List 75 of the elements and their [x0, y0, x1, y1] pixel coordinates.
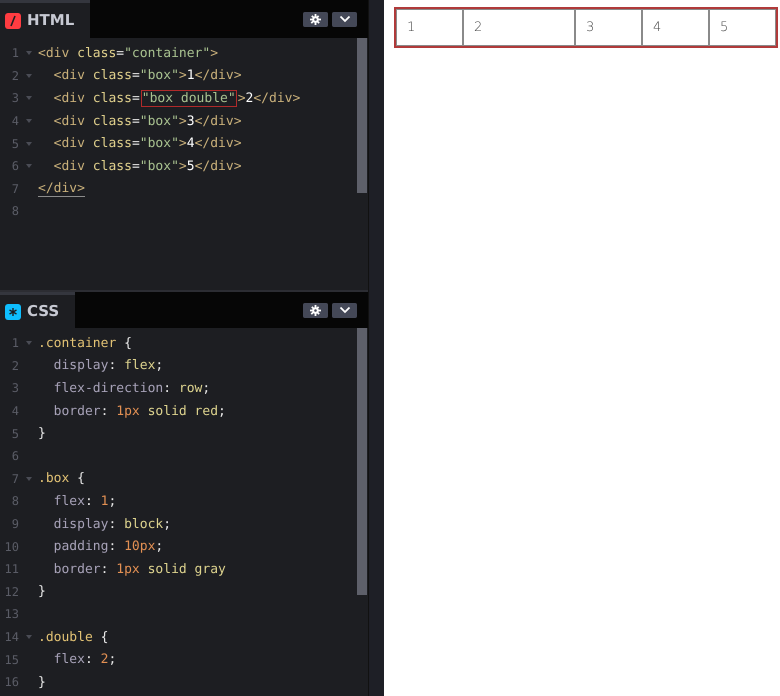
code-line: display: block;: [52, 516, 172, 532]
code-line: }: [38, 674, 46, 690]
code-line: padding: 10px;: [52, 539, 164, 554]
line-number: 4: [10, 114, 19, 128]
code-line: }: [38, 426, 46, 442]
code-line: border: 1px solid gray: [52, 562, 226, 577]
code-line: <div class="box double">2</div>: [52, 90, 300, 106]
line-number: 8: [10, 494, 19, 508]
line-number: 1: [10, 46, 19, 60]
asterisk-icon: [5, 304, 21, 320]
fold-arrow-icon[interactable]: [26, 142, 32, 146]
code-line: </div>: [38, 181, 85, 196]
line-number: 5: [10, 426, 19, 441]
scrollbar[interactable]: [357, 38, 367, 193]
settings-button[interactable]: [303, 302, 328, 318]
line-number: 14: [4, 630, 19, 644]
line-number: 2: [10, 68, 19, 83]
fold-arrow-icon[interactable]: [26, 164, 32, 168]
scrollbar[interactable]: [357, 328, 367, 595]
line-number: 9: [10, 517, 19, 532]
line-number: 7: [10, 182, 19, 196]
code-line: <div class="box">3</div>: [52, 114, 242, 129]
fold-arrow-icon[interactable]: [26, 96, 32, 100]
tab-label: HTML: [27, 13, 74, 28]
collapse-button[interactable]: [332, 302, 357, 318]
line-number: 5: [10, 136, 19, 151]
code-line: flex: 1;: [52, 494, 116, 509]
line-number: 15: [4, 652, 19, 667]
flex-box: 1: [396, 9, 463, 46]
code-line: .container {: [38, 336, 132, 351]
flex-box: 3: [575, 9, 642, 46]
code-line: .box {: [38, 471, 85, 486]
fold-arrow-icon[interactable]: [26, 476, 32, 481]
code-line: <div class="container">: [38, 46, 218, 61]
code-line: display: flex;: [52, 358, 164, 374]
editor-tab[interactable]: CSS: [0, 292, 76, 328]
code-line: <div class="box">4</div>: [52, 136, 242, 152]
flex-box: 5: [709, 9, 776, 46]
settings-icon: [310, 14, 321, 24]
flex-box: 4: [642, 9, 709, 46]
line-number: 6: [10, 159, 19, 174]
chevron-down-icon: [338, 15, 350, 23]
line-number: 7: [10, 472, 19, 486]
line-number: 16: [4, 675, 19, 690]
editor-tab[interactable]: HTML: [0, 0, 90, 38]
line-number: 6: [10, 449, 19, 464]
line-number: 1: [10, 336, 19, 350]
code-line: }: [38, 584, 46, 600]
settings-button[interactable]: [303, 12, 328, 26]
settings-icon: [310, 304, 321, 316]
line-number: 3: [10, 91, 19, 106]
slash-icon: [5, 12, 21, 28]
fold-arrow-icon[interactable]: [26, 341, 32, 346]
fold-arrow-icon[interactable]: [26, 51, 32, 56]
fold-arrow-icon[interactable]: [26, 635, 32, 640]
line-number: 8: [10, 204, 19, 218]
line-number: 10: [4, 540, 19, 554]
code-line: <div class="box">1</div>: [52, 68, 242, 84]
code-line: border: 1px solid red;: [52, 404, 226, 419]
line-number: 13: [4, 607, 19, 622]
code-line: flex-direction: row;: [52, 380, 210, 396]
collapse-button[interactable]: [332, 12, 357, 26]
fold-arrow-icon[interactable]: [26, 74, 32, 78]
line-number: 12: [4, 584, 19, 599]
chevron-down-icon: [338, 306, 350, 314]
line-number: 2: [10, 358, 19, 373]
code-line: .double {: [38, 630, 108, 645]
code-line: flex: 2;: [52, 652, 116, 668]
flex-box: 2: [463, 9, 575, 46]
line-number: 3: [10, 381, 19, 396]
fold-arrow-icon[interactable]: [26, 119, 32, 124]
code-line: <div class="box">5</div>: [52, 158, 242, 174]
line-number: 4: [10, 404, 19, 418]
tab-label: CSS: [27, 304, 60, 319]
line-number: 11: [4, 562, 19, 576]
